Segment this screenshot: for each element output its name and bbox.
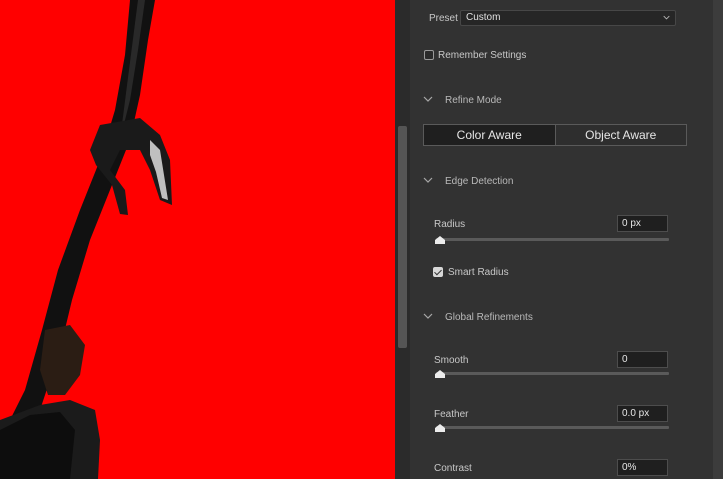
refine-mode-collapse-icon[interactable] xyxy=(423,96,433,103)
feather-label: Feather xyxy=(434,409,469,420)
canvas-scrollbar-thumb[interactable] xyxy=(398,126,407,348)
properties-panel: Preset Custom Remember Settings Refine M… xyxy=(410,0,713,479)
smart-radius-checkbox[interactable] xyxy=(433,267,443,277)
remember-settings-checkbox[interactable] xyxy=(424,50,434,60)
radius-slider-track[interactable] xyxy=(436,238,669,241)
smart-radius-label: Smart Radius xyxy=(448,267,509,278)
edge-detection-collapse-icon[interactable] xyxy=(423,177,433,184)
panel-edge xyxy=(713,0,723,479)
contrast-input[interactable]: 0% xyxy=(617,459,668,476)
smooth-slider-track[interactable] xyxy=(436,372,669,375)
chevron-down-icon xyxy=(663,15,670,20)
radius-input[interactable]: 0 px xyxy=(617,215,668,232)
preset-value: Custom xyxy=(466,12,501,23)
preset-label: Preset xyxy=(429,13,458,24)
feather-slider-thumb-icon[interactable] xyxy=(435,424,445,432)
global-refinements-collapse-icon[interactable] xyxy=(423,313,433,320)
feather-slider-track[interactable] xyxy=(436,426,669,429)
smooth-label: Smooth xyxy=(434,355,469,366)
refine-mode-title: Refine Mode xyxy=(445,95,502,106)
smooth-slider-thumb-icon[interactable] xyxy=(435,370,445,378)
edge-detection-title: Edge Detection xyxy=(445,176,514,187)
masked-subject-image xyxy=(0,0,172,479)
contrast-label: Contrast xyxy=(434,463,472,474)
feather-input[interactable]: 0.0 px xyxy=(617,405,668,422)
remember-settings-label: Remember Settings xyxy=(438,50,527,61)
global-refinements-title: Global Refinements xyxy=(445,312,533,323)
refine-mode-toggle[interactable]: Color Aware Object Aware xyxy=(423,124,687,146)
radius-slider-thumb-icon[interactable] xyxy=(435,236,445,244)
radius-label: Radius xyxy=(434,219,466,230)
preset-dropdown[interactable]: Custom xyxy=(460,10,676,26)
image-canvas[interactable] xyxy=(0,0,395,479)
smooth-input[interactable]: 0 xyxy=(617,351,668,368)
object-aware-button[interactable]: Object Aware xyxy=(554,125,686,145)
color-aware-button[interactable]: Color Aware xyxy=(424,125,555,145)
